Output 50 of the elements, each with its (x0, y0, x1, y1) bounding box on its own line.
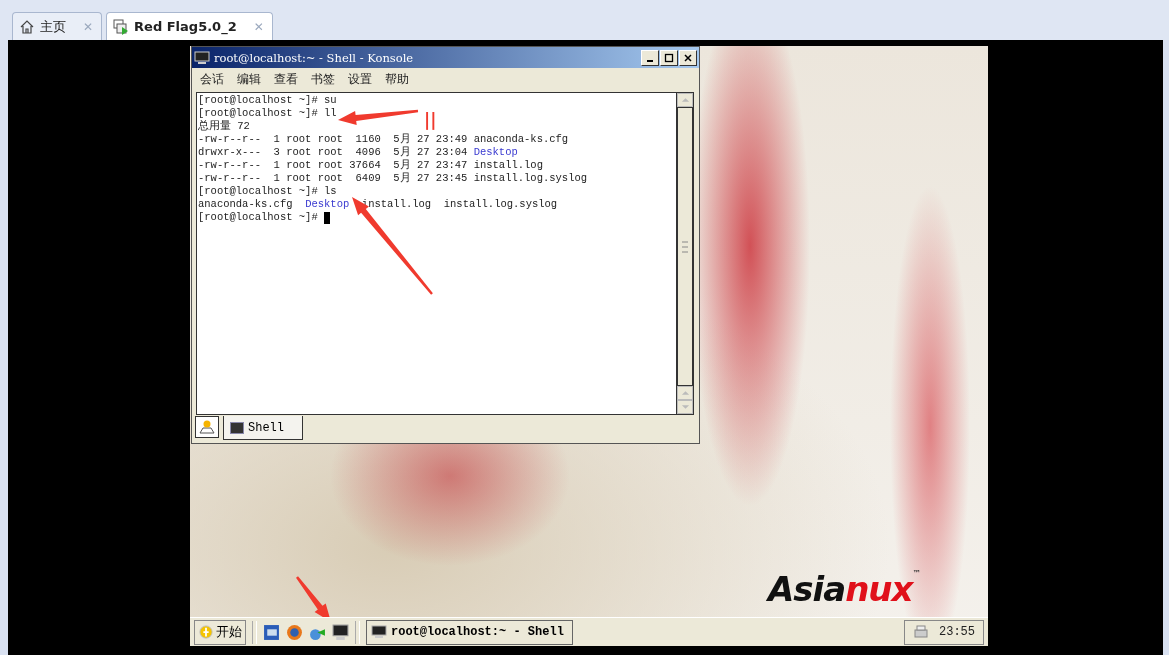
vm-tab[interactable]: Red Flag5.0_2 ✕ (106, 12, 273, 40)
menu-item[interactable]: 查看 (274, 70, 298, 88)
terminal-line: [root@localhost ~]# ls (198, 185, 337, 198)
terminal-line: -rw-r--r-- 1 root root 37664 5月 27 23:47 install.log (198, 159, 543, 172)
start-menu-icon (198, 625, 214, 639)
scrollbar-thumb[interactable] (677, 107, 693, 386)
home-icon (19, 18, 35, 35)
maximize-button[interactable] (660, 49, 678, 66)
terminal-line: anaconda-ks.cfg Desktop install.log install.log.syslog (198, 198, 558, 211)
virtual-machine-icon (113, 18, 130, 35)
down-arrow-icon (680, 404, 690, 410)
minimize-button[interactable] (641, 49, 659, 66)
tab-label: Red Flag5.0_2 (134, 19, 237, 34)
tab-label: 主页 (40, 17, 66, 36)
clock: 23:55 (939, 625, 975, 639)
close-icon (683, 52, 693, 63)
terminal-icon[interactable] (332, 623, 349, 641)
session-tab[interactable]: Shell (223, 416, 303, 440)
desktop-icon[interactable] (263, 623, 280, 641)
vm-tab[interactable]: 主页 ✕ (12, 12, 103, 40)
terminal-line: [root@localhost ~]# su (198, 94, 337, 107)
minimize-icon (647, 59, 653, 62)
menu-item[interactable]: 书签 (311, 70, 335, 88)
terminal-line: [root@localhost ~]# ll (198, 107, 337, 120)
terminal-line: [root@localhost ~]# (198, 211, 319, 224)
scrollbar[interactable] (676, 93, 693, 414)
terminal-line: -rw-r--r-- 1 root root 1160 5月 27 23:49 anaconda-ks.cfg (198, 133, 569, 146)
close-button[interactable] (679, 49, 697, 66)
menu-item[interactable]: 设置 (348, 70, 372, 88)
start-button[interactable]: 开始 (194, 619, 246, 645)
new-session-button[interactable] (195, 416, 219, 438)
window-title: root@localhost:~ - Shell - Konsole (214, 50, 415, 65)
terminal-icon (371, 625, 387, 639)
annotation-text: || (424, 110, 437, 130)
terminal-line: -rw-r--r-- 1 root root 6409 5月 27 23:45 install.log.syslog (198, 172, 588, 185)
terminal-line: 总用量 72 (198, 120, 250, 133)
browser-icon[interactable] (286, 623, 303, 641)
grip-icon (682, 240, 688, 253)
maximize-icon (664, 52, 674, 63)
up-arrow-icon (680, 97, 690, 103)
distribution-logo: Asianux™ (768, 569, 920, 609)
terminal-icon (230, 421, 244, 434)
menu-item[interactable]: 会话 (200, 70, 224, 88)
menu-item[interactable]: 编辑 (237, 70, 261, 88)
taskbar-window-button[interactable]: root@localhost:~ - Shell (366, 619, 573, 645)
up-arrow-icon (680, 390, 690, 396)
menu-item[interactable]: 帮助 (385, 70, 409, 88)
new-session-icon (198, 419, 216, 435)
terminal-line: drwxr-x--- 3 root root 4096 5月 27 23:04 Desktop (198, 146, 518, 159)
terminal-icon (194, 50, 210, 65)
